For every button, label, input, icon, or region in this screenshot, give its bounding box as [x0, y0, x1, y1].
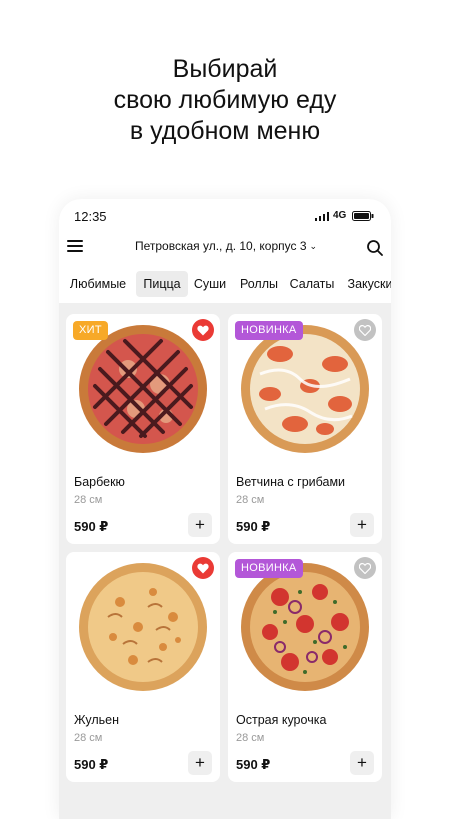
product-card[interactable]: НОВИНКА Острая курочка 28 см 590 ₽ +: [228, 552, 382, 782]
add-to-cart-button[interactable]: +: [188, 513, 212, 537]
favorite-button[interactable]: [354, 319, 376, 341]
pizza-spicy-chicken-image: [241, 563, 369, 691]
product-price: 590 ₽: [74, 519, 109, 534]
add-to-cart-button[interactable]: +: [188, 751, 212, 775]
tab-rolls[interactable]: Роллы: [237, 271, 281, 297]
tab-snacks[interactable]: Закуски: [342, 271, 391, 297]
favorite-button[interactable]: [192, 557, 214, 579]
tab-sushi[interactable]: Суши: [191, 271, 229, 297]
tab-favorites[interactable]: Любимые: [67, 271, 129, 297]
heart-icon: [359, 563, 371, 574]
promo-headline: Выбирай свою любимую еду в удобном меню: [0, 54, 450, 147]
product-price: 590 ₽: [236, 757, 271, 772]
headline-line-1: Выбирай: [172, 55, 278, 83]
add-to-cart-button[interactable]: +: [350, 751, 374, 775]
phone-screen: 12:35 4G Петровская ул., д. 10, корпус 3…: [59, 199, 391, 819]
product-grid: ХИТ Барбекю 28 см 590 ₽ + НОВИНКА Ветчин…: [59, 303, 391, 819]
status-bar: 12:35 4G: [59, 199, 391, 233]
chevron-down-icon: ⌄: [309, 241, 318, 251]
favorite-button[interactable]: [192, 319, 214, 341]
heart-icon: [197, 563, 209, 574]
top-bar: Петровская ул., д. 10, корпус 3 ⌄: [59, 233, 391, 263]
product-name: Ветчина с грибами: [236, 475, 346, 489]
heart-icon: [197, 325, 209, 336]
heart-icon: [359, 325, 371, 336]
pizza-julienne-image: [79, 563, 207, 691]
product-size: 28 см: [236, 732, 265, 744]
product-card[interactable]: НОВИНКА Ветчина с грибами 28 см 590 ₽ +: [228, 314, 382, 544]
network-label: 4G: [333, 210, 347, 221]
badge-new: НОВИНКА: [235, 321, 303, 340]
headline-line-2: свою любимую еду: [113, 86, 337, 114]
pizza-ham-mushroom-image: [241, 325, 369, 453]
category-tabs: Любимые Пицца Суши Роллы Салаты Закуски: [59, 271, 391, 297]
product-name: Барбекю: [74, 475, 125, 489]
favorite-button[interactable]: [354, 557, 376, 579]
tab-pizza[interactable]: Пицца: [136, 271, 188, 297]
signal-icon: [315, 212, 329, 221]
product-card[interactable]: ХИТ Барбекю 28 см 590 ₽ +: [66, 314, 220, 544]
badge-new: НОВИНКА: [235, 559, 303, 578]
menu-icon[interactable]: [67, 240, 83, 254]
address-text: Петровская ул., д. 10, корпус 3: [134, 239, 307, 253]
address-selector[interactable]: Петровская ул., д. 10, корпус 3 ⌄: [121, 239, 331, 253]
product-name: Жульен: [74, 713, 120, 727]
battery-icon: [352, 211, 374, 221]
status-time: 12:35: [74, 209, 107, 224]
product-size: 28 см: [74, 732, 103, 744]
headline-line-3: в удобном меню: [129, 117, 321, 145]
pizza-bbq-image: [79, 325, 207, 453]
product-size: 28 см: [236, 494, 265, 506]
product-card[interactable]: Жульен 28 см 590 ₽ +: [66, 552, 220, 782]
tab-salads[interactable]: Салаты: [287, 271, 337, 297]
add-to-cart-button[interactable]: +: [350, 513, 374, 537]
product-size: 28 см: [74, 494, 103, 506]
search-icon[interactable]: [366, 239, 384, 257]
badge-hit: ХИТ: [73, 321, 108, 340]
product-price: 590 ₽: [74, 757, 109, 772]
product-name: Острая курочка: [236, 713, 327, 727]
app-header: 12:35 4G Петровская ул., д. 10, корпус 3…: [59, 199, 391, 303]
product-price: 590 ₽: [236, 519, 271, 534]
